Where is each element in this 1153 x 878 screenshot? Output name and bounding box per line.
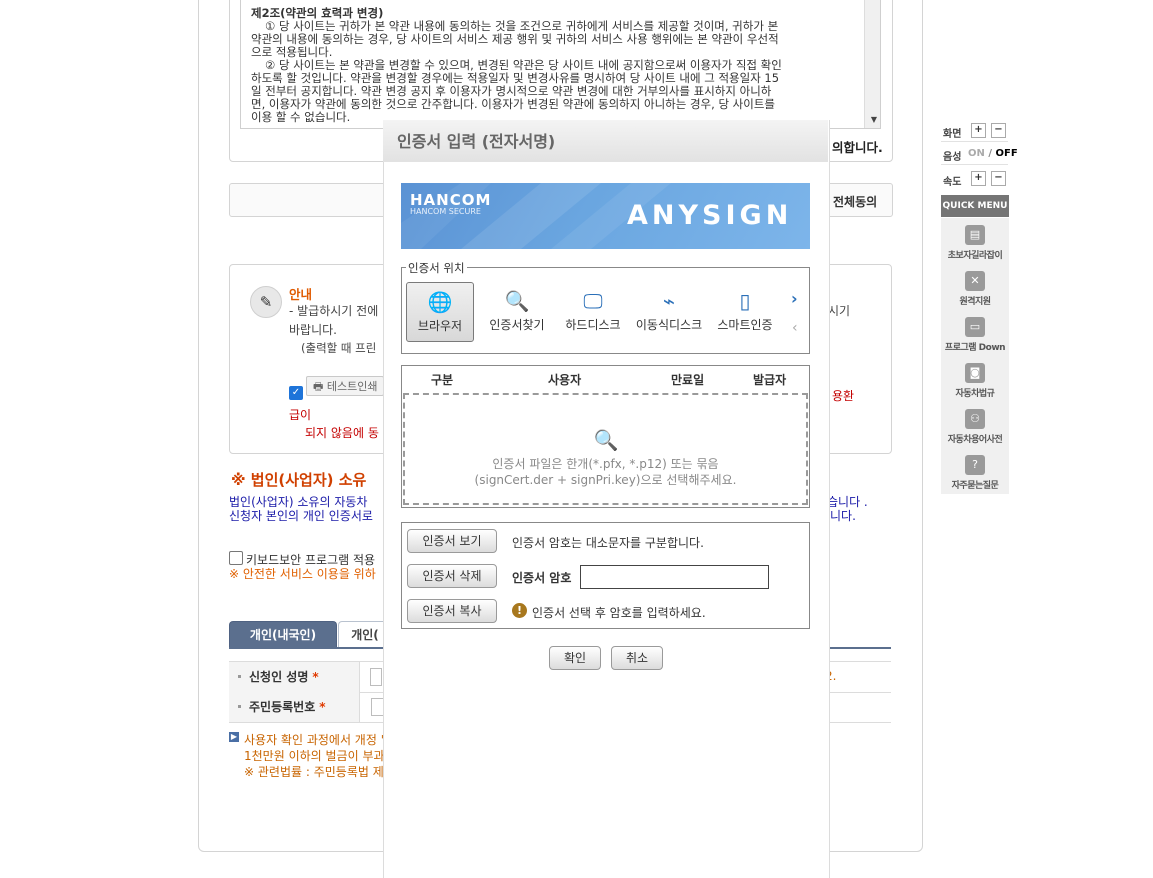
select-cert-note: 인증서 선택 후 암호를 입력하세요. <box>532 606 706 620</box>
divider <box>941 141 1008 142</box>
sound-label: 음성 <box>943 152 962 163</box>
location-harddisk-button[interactable]: 🖵 하드디스크 <box>559 282 627 342</box>
terms-scrollbar[interactable]: ▼ <box>864 0 880 128</box>
test-print-label: 테스트인쇄 <box>326 380 378 393</box>
cert-file-icon: 🔍 <box>593 428 619 452</box>
divider <box>941 164 1008 165</box>
notice-checkbox[interactable]: ✓ <box>289 386 303 400</box>
prev-arrow-icon[interactable]: ‹ <box>792 320 798 336</box>
agree-text: 의합니다. <box>832 140 883 155</box>
applicant-name-label: 신청인 성명 * <box>229 662 360 692</box>
car-icon: ◙ <box>965 363 985 383</box>
corp-line: 신청자 본인의 개인 인증서로 <box>229 509 373 523</box>
warning-arrow-icon: ▶ <box>229 732 239 742</box>
drop-zone-line: (signCert.der + signPri.key)으로 선택해주세요. <box>474 473 737 487</box>
keyboard-security-notice: ※ 안전한 서비스 이용을 위하 <box>229 567 376 581</box>
quick-item-car-law[interactable]: ◙ 자동차법규 <box>941 356 1009 403</box>
cert-location-legend: 인증서 위치 <box>406 260 467 276</box>
usb-icon: ⌁ <box>662 289 676 313</box>
globe-icon: 🌐 <box>427 290 453 314</box>
password-label: 인증서 암호 <box>512 571 572 585</box>
speed-down-button[interactable]: − <box>991 171 1006 186</box>
document-icon: ▤ <box>965 225 985 245</box>
quick-item-program-download[interactable]: ▭ 프로그램 Down <box>941 310 1009 357</box>
notice-line: - 발급하시기 전에 <box>289 304 379 318</box>
sound-on-option[interactable]: ON <box>968 148 985 159</box>
notice-line-tail: 시기 <box>828 304 851 318</box>
scroll-down-arrow-icon[interactable]: ▼ <box>871 115 877 124</box>
quick-item-car-dictionary[interactable]: ⚇ 자동차용어사전 <box>941 402 1009 449</box>
terms-line: 약관의 내용에 동의하는 경우, 당 사이트의 서비스 제공 행위 및 귀하의 … <box>251 32 779 46</box>
cert-search-icon: 🔍 <box>504 289 530 313</box>
location-browser-button[interactable]: 🌐 브라우저 <box>406 282 474 342</box>
screen-zoom-in-button[interactable]: + <box>971 123 986 138</box>
quick-item-beginner-guide[interactable]: ▤ 초보자길라잡이 <box>941 218 1009 265</box>
speed-up-button[interactable]: + <box>971 171 986 186</box>
link-icon: ⚇ <box>965 409 985 429</box>
dialog-ok-button[interactable]: 확인 <box>549 646 601 670</box>
notice-pencil-icon: ✎ <box>250 286 282 318</box>
notice-title: 안내 <box>289 287 313 302</box>
copy-cert-button[interactable]: 인증서 복사 <box>407 599 497 623</box>
hancom-secure-label: HANCOM SECURE <box>410 207 481 216</box>
phone-icon: ▯ <box>739 289 751 313</box>
cert-password-input[interactable] <box>580 565 769 589</box>
rrn-label: 주민등록번호 * <box>229 692 360 722</box>
terms-scroll-area[interactable]: 제2조(약관의 효력과 변경) ① 당 사이트는 귀하가 본 약관 내용에 동의… <box>240 0 881 129</box>
printer-icon: 🖶 <box>313 380 327 393</box>
drop-zone-line: 인증서 파일은 한개(*.pfx, *.p12) 또는 묶음 <box>492 457 719 471</box>
notice-line: 바랍니다. <box>289 323 337 337</box>
case-sensitive-note: 인증서 암호는 대소문자를 구분합니다. <box>512 536 704 550</box>
monitor-icon: ▭ <box>965 317 985 337</box>
dialog-title: 인증서 입력 (전자서명) <box>397 132 556 151</box>
tab-individual-domestic[interactable]: 개인(내국인) <box>229 621 337 648</box>
column-header-type: 구분 <box>431 373 454 387</box>
dialog-cancel-button[interactable]: 취소 <box>611 646 663 670</box>
location-removable-button[interactable]: ⌁ 이동식디스크 <box>635 282 703 342</box>
notice-line: (출력할 때 프린 <box>301 341 377 355</box>
quick-item-remote-support[interactable]: ✕ 원격지원 <box>941 264 1009 311</box>
notice-red-line: 되지 않음에 동 <box>305 426 379 440</box>
exclamation-icon: ! <box>512 603 527 618</box>
question-icon: ? <box>965 455 985 475</box>
corp-section-title: ※ 법인(사업자) 소유 <box>231 471 367 489</box>
terms-text: 제2조(약관의 효력과 변경) ① 당 사이트는 귀하가 본 약관 내용에 동의… <box>251 7 851 124</box>
corp-line-tail: 니다. <box>830 509 856 523</box>
terms-heading: 제2조(약관의 효력과 변경) <box>251 6 384 20</box>
next-arrow-icon[interactable]: › <box>791 289 798 308</box>
column-header-user: 사용자 <box>548 373 582 387</box>
sound-toggle[interactable]: ON / OFF <box>968 148 1018 159</box>
sound-separator: / <box>988 148 993 159</box>
applicant-name-input[interactable] <box>370 668 382 686</box>
speed-label: 속도 <box>943 177 962 188</box>
view-cert-button[interactable]: 인증서 보기 <box>407 529 497 553</box>
screen-zoom-out-button[interactable]: − <box>991 123 1006 138</box>
quick-menu-title: QUICK MENU <box>941 195 1009 217</box>
test-print-button[interactable]: 🖶 테스트인쇄 <box>306 376 384 396</box>
all-agree-label[interactable]: 전체동의 <box>833 193 877 210</box>
anysign-title: ANYSIGN <box>627 200 793 231</box>
drop-zone-text: 인증서 파일은 한개(*.pfx, *.p12) 또는 묶음 (signCert… <box>405 456 806 488</box>
screen-zoom-label: 화면 <box>943 129 962 140</box>
sound-off-option[interactable]: OFF <box>996 148 1018 159</box>
quick-item-faq[interactable]: ? 자주묻는질문 <box>941 448 1009 495</box>
tools-icon: ✕ <box>965 271 985 291</box>
column-header-expiry: 만료일 <box>671 373 705 387</box>
notice-red-tail: 용환 <box>832 389 855 403</box>
notice-red-line: 급이 <box>289 408 312 422</box>
location-find-cert-button[interactable]: 🔍 인증서찾기 <box>483 282 551 342</box>
keyboard-security-checkbox[interactable] <box>229 551 243 565</box>
location-smart-cert-button[interactable]: ▯ 스마트인증 <box>711 282 779 342</box>
monitor-icon: 🖵 <box>583 289 603 313</box>
delete-cert-button[interactable]: 인증서 삭제 <box>407 564 497 588</box>
column-header-issuer: 발급자 <box>753 373 787 387</box>
